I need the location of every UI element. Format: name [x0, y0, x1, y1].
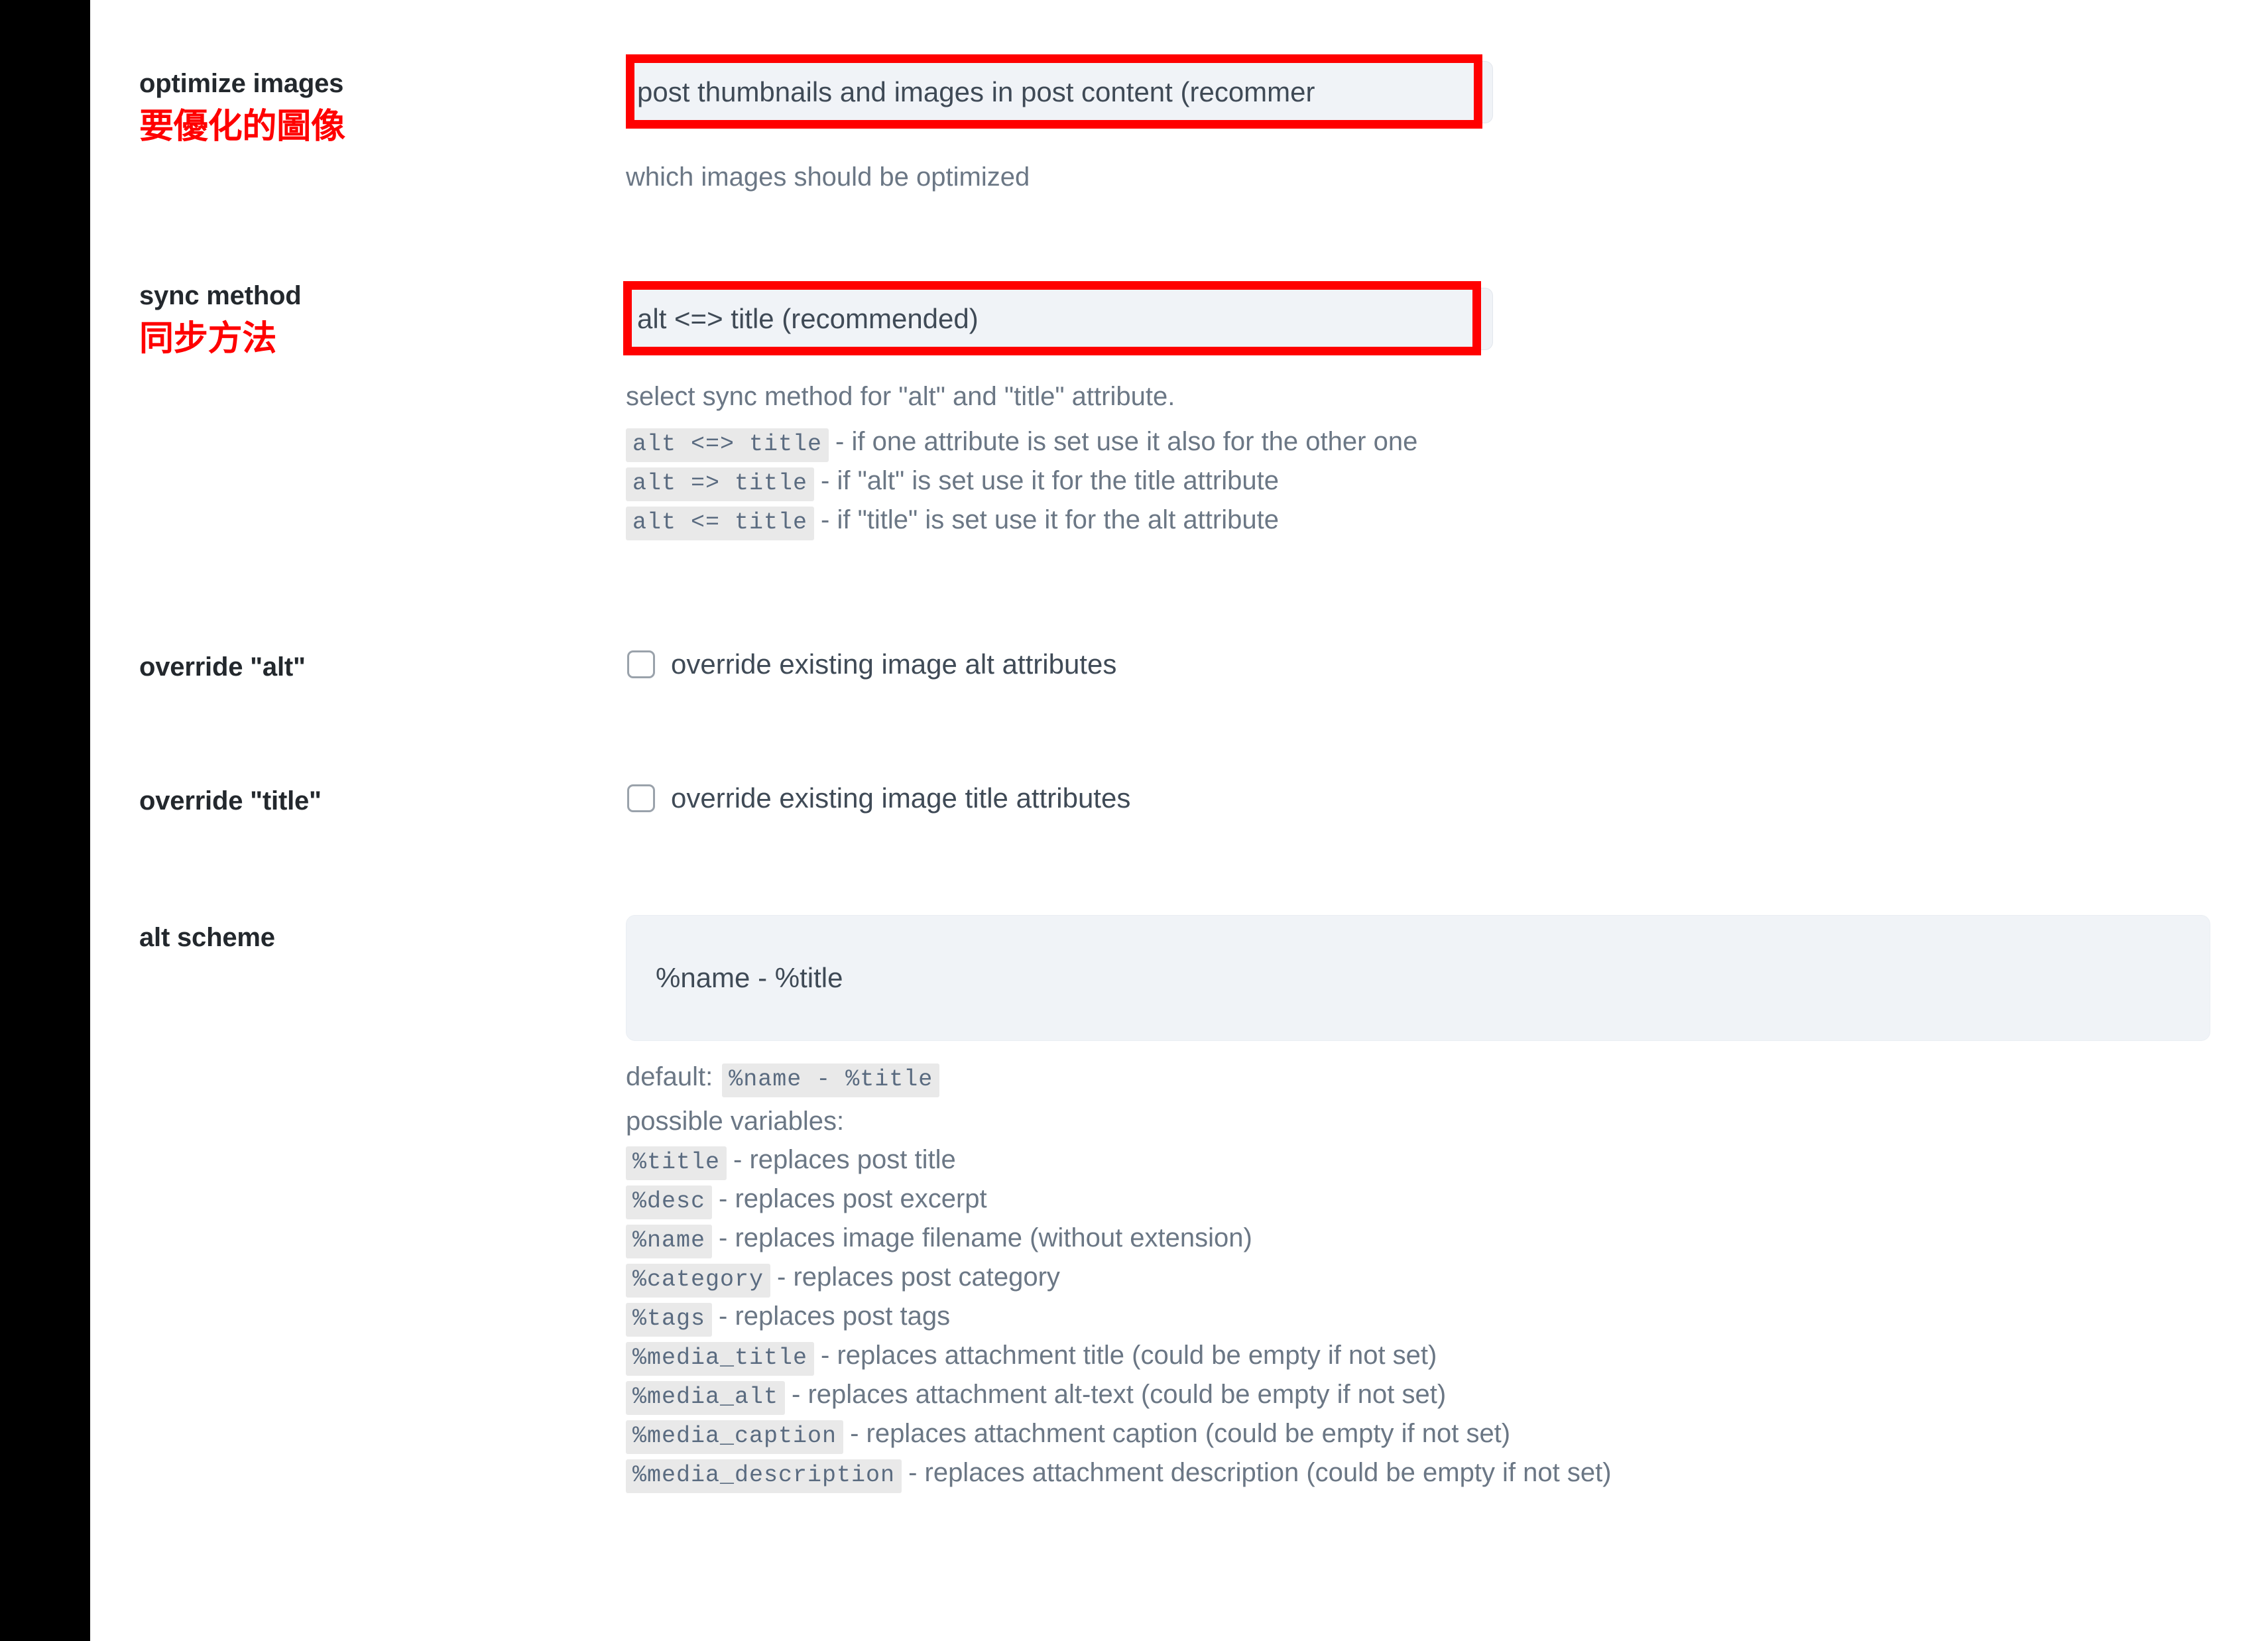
variable-desc: - replaces attachment description (could…	[908, 1458, 1612, 1487]
alt-scheme-variable: %media_title - replaces attachment title…	[626, 1338, 1617, 1376]
alt-scheme-variable: %media_caption - replaces attachment cap…	[626, 1416, 1617, 1454]
sync-method-option: alt <=> title - if one attribute is set …	[626, 424, 1423, 462]
alt-scheme-variable: %name - replaces image filename (without…	[626, 1221, 1617, 1258]
sync-method-description: select sync method for "alt" and "title"…	[626, 382, 1175, 411]
sync-option-token: alt => title	[626, 467, 815, 501]
variable-desc: - replaces image filename (without exten…	[719, 1223, 1252, 1252]
alt-scheme-default-line: default: %name - %title	[626, 1060, 1617, 1097]
optimize-images-label-text: optimize images	[139, 69, 344, 98]
override-title-checkbox-row[interactable]: override existing image title attributes	[627, 782, 1130, 814]
alt-scheme-help: default: %name - %title possible variabl…	[626, 1060, 1617, 1494]
override-title-checkbox[interactable]	[627, 784, 655, 812]
variable-desc: - replaces post title	[733, 1145, 956, 1174]
variable-token: %desc	[626, 1185, 713, 1219]
variable-desc: - replaces post tags	[719, 1302, 951, 1331]
alt-scheme-variable: %category - replaces post category	[626, 1260, 1617, 1298]
variable-token: %media_title	[626, 1342, 815, 1376]
alt-scheme-variable: %media_alt - replaces attachment alt-tex…	[626, 1377, 1617, 1415]
override-alt-checkbox[interactable]	[627, 650, 655, 678]
sync-option-desc: - if "alt" is set use it for the title a…	[821, 466, 1279, 495]
sync-method-label-text: sync method	[139, 281, 302, 310]
variable-desc: - replaces attachment title (could be em…	[821, 1341, 1437, 1370]
settings-page: optimize images 要優化的圖像 post thumbnails a…	[90, 0, 2268, 1641]
variable-desc: - replaces post excerpt	[719, 1184, 987, 1213]
alt-scheme-default-prefix: default:	[626, 1062, 713, 1091]
sync-method-select[interactable]: alt <=> title (recommended)	[626, 288, 1493, 350]
variable-token: %title	[626, 1146, 727, 1180]
alt-scheme-label: alt scheme	[139, 923, 275, 952]
optimize-images-label: optimize images 要優化的圖像	[139, 66, 603, 147]
variable-token: %media_description	[626, 1459, 902, 1493]
alt-scheme-variable: %desc - replaces post excerpt	[626, 1182, 1617, 1219]
optimize-images-description: which images should be optimized	[626, 162, 1030, 192]
alt-scheme-variable: %tags - replaces post tags	[626, 1299, 1617, 1337]
sync-option-token: alt <=> title	[626, 428, 829, 462]
optimize-images-select[interactable]: post thumbnails and images in post conte…	[626, 61, 1493, 123]
sync-method-option: alt <= title - if "title" is set use it …	[626, 503, 1423, 540]
sync-option-token: alt <= title	[626, 507, 815, 540]
alt-scheme-input[interactable]: %name - %title	[626, 915, 2210, 1041]
override-alt-checkbox-row[interactable]: override existing image alt attributes	[627, 648, 1116, 680]
variable-token: %category	[626, 1264, 771, 1298]
sync-method-options-list: alt <=> title - if one attribute is set …	[626, 424, 1423, 542]
variable-token: %media_caption	[626, 1420, 844, 1454]
variable-token: %name	[626, 1225, 713, 1258]
left-black-gutter	[0, 0, 90, 1641]
variable-desc: - replaces post category	[777, 1262, 1060, 1292]
sync-method-label: sync method 同步方法	[139, 278, 603, 359]
optimize-images-label-chinese: 要優化的圖像	[139, 107, 345, 146]
override-alt-checkbox-label: override existing image alt attributes	[671, 648, 1117, 680]
sync-option-desc: - if "title" is set use it for the alt a…	[821, 505, 1279, 534]
variable-token: %media_alt	[626, 1381, 786, 1415]
sync-method-label-chinese: 同步方法	[139, 320, 277, 358]
variable-token: %tags	[626, 1303, 713, 1337]
alt-scheme-variable: %media_description - replaces attachment…	[626, 1455, 1617, 1493]
override-title-checkbox-label: override existing image title attributes	[671, 782, 1131, 814]
variable-desc: - replaces attachment caption (could be …	[850, 1419, 1511, 1448]
alt-scheme-variables-heading: possible variables:	[626, 1107, 845, 1136]
sync-method-option: alt => title - if "alt" is set use it fo…	[626, 463, 1423, 501]
variable-desc: - replaces attachment alt-text (could be…	[792, 1380, 1447, 1409]
override-title-label: override "title"	[139, 786, 322, 816]
alt-scheme-default-token: %name - %title	[722, 1064, 940, 1097]
override-alt-label: override "alt"	[139, 652, 306, 682]
alt-scheme-variable: %title - replaces post title	[626, 1142, 1617, 1180]
sync-option-desc: - if one attribute is set use it also fo…	[835, 427, 1418, 456]
